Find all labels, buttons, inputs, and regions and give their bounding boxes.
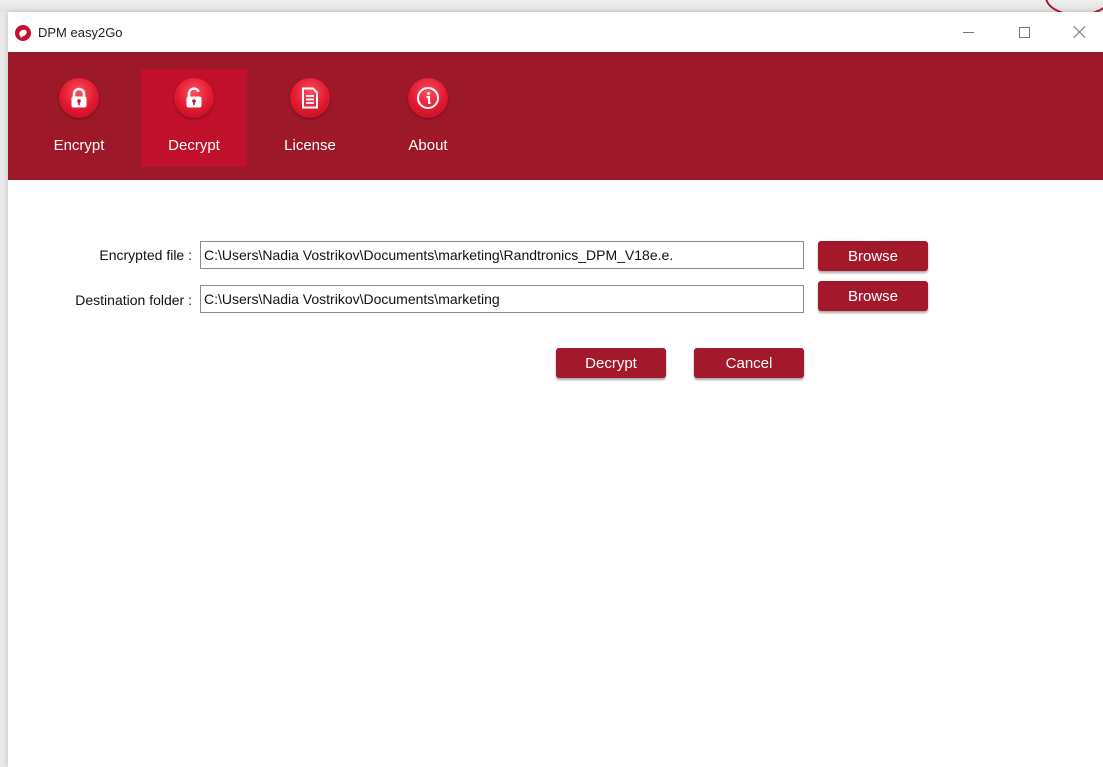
desktop-background bbox=[0, 0, 1103, 12]
window-title: DPM easy2Go bbox=[38, 25, 123, 40]
info-icon bbox=[408, 78, 448, 118]
tab-license[interactable]: License bbox=[270, 69, 350, 167]
encrypted-file-label: Encrypted file : bbox=[99, 247, 192, 263]
tab-decrypt[interactable]: Decrypt bbox=[141, 69, 247, 167]
minimize-button[interactable] bbox=[945, 12, 991, 52]
close-icon bbox=[1073, 25, 1087, 39]
decrypt-button[interactable]: Decrypt bbox=[556, 348, 666, 378]
tab-about[interactable]: About bbox=[391, 69, 465, 167]
destination-folder-input[interactable]: C:\Users\Nadia Vostrikov\Documents\marke… bbox=[200, 285, 804, 313]
maximize-button[interactable] bbox=[1001, 12, 1047, 52]
title-bar: DPM easy2Go bbox=[8, 12, 1103, 52]
tab-decrypt-label: Decrypt bbox=[168, 137, 220, 154]
tab-encrypt-label: Encrypt bbox=[53, 137, 105, 154]
document-icon bbox=[290, 78, 330, 118]
tab-license-label: License bbox=[284, 137, 336, 154]
minimize-icon bbox=[962, 31, 974, 33]
lock-closed-icon bbox=[59, 78, 99, 118]
cancel-button[interactable]: Cancel bbox=[694, 348, 804, 378]
browse-encrypted-file-button[interactable]: Browse bbox=[818, 241, 928, 271]
maximize-icon bbox=[1018, 26, 1030, 38]
tab-encrypt[interactable]: Encrypt bbox=[40, 69, 118, 167]
ribbon-toolbar: Encrypt Decrypt License About bbox=[8, 52, 1103, 180]
app-logo-icon bbox=[15, 25, 31, 41]
tab-about-label: About bbox=[408, 137, 448, 154]
encrypted-file-input[interactable]: C:\Users\Nadia Vostrikov\Documents\marke… bbox=[200, 241, 804, 269]
app-window: DPM easy2Go Encrypt Decrypt License Abou… bbox=[8, 12, 1103, 767]
browse-destination-folder-button[interactable]: Browse bbox=[818, 281, 928, 311]
close-button[interactable] bbox=[1057, 12, 1103, 52]
lock-open-icon bbox=[174, 78, 214, 118]
destination-folder-label: Destination folder : bbox=[75, 292, 192, 308]
